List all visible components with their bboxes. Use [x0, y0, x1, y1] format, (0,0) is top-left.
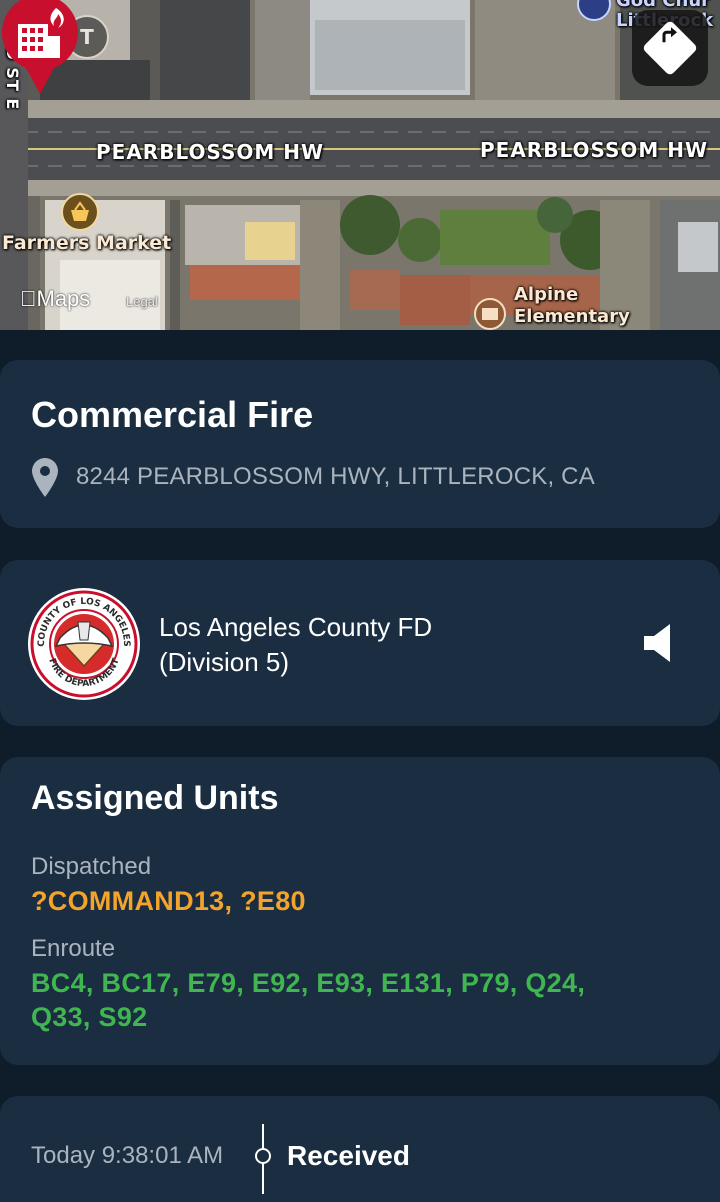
incident-title: Commercial Fire	[31, 394, 314, 435]
shopping-basket-icon[interactable]	[60, 192, 100, 232]
timeline-event: Received	[287, 1140, 410, 1171]
agency-name: Los Angeles County FD (Division 5)	[159, 610, 432, 680]
building-fire-icon[interactable]	[0, 0, 80, 96]
enroute-units: BC4, BC17, E79, E92, E93, E131, P79, Q24…	[31, 966, 671, 1034]
enroute-units-line1: BC4, BC17, E79, E92, E93, E131, P79, Q24…	[31, 968, 586, 998]
dispatched-units: ?COMMAND13, ?E80	[31, 886, 306, 916]
church-marker-icon[interactable]	[576, 0, 612, 22]
maps-brand: Maps	[20, 286, 90, 311]
assigned-units-title: Assigned Units	[31, 779, 279, 817]
incident-location[interactable]: 8244 PEARBLOSSOM HWY, LITTLEROCK, CA	[30, 456, 595, 498]
assigned-units-card: Assigned Units Dispatched ?COMMAND13, ?E…	[0, 757, 720, 1065]
timeline-time: Today 9:38:01 AM	[31, 1142, 224, 1169]
poi-school-label-line1[interactable]: Alpine	[514, 284, 578, 306]
speaker-icon[interactable]	[640, 620, 680, 666]
incident-card: Commercial Fire 8244 PEARBLOSSOM HWY, LI…	[0, 360, 720, 528]
dispatched-label: Dispatched	[31, 853, 152, 880]
timeline-node	[255, 1148, 271, 1164]
enroute-label: Enroute	[31, 935, 116, 962]
maps-legal-link[interactable]: Legal	[126, 294, 158, 309]
incident-address: 8244 PEARBLOSSOM HWY, LITTLEROCK, CA	[76, 463, 595, 490]
road-label-west: PEARBLOSSOM HW	[96, 140, 325, 164]
agency-card: COUNTY OF LOS ANGELES FIRE DEPARTMENT Lo…	[0, 560, 720, 726]
location-pin-icon	[32, 458, 58, 497]
directions-turn-icon	[662, 27, 677, 43]
school-marker-icon[interactable]	[472, 298, 508, 330]
svg-text:T: T	[80, 25, 94, 49]
poi-school-label-line2[interactable]: Elementary	[514, 306, 630, 328]
directions-button[interactable]	[632, 10, 708, 86]
incident-map[interactable]: T PEARBLOSSOM HW PEARBLOSSOM HW Farmers …	[0, 0, 720, 330]
apple-logo-icon: 	[20, 286, 37, 311]
enroute-units-line2: Q33, S92	[31, 1002, 148, 1032]
poi-farmers-market-label[interactable]: Farmers Market	[2, 232, 171, 254]
agency-name-line1: Los Angeles County FD	[159, 612, 433, 642]
road-label-east: PEARBLOSSOM HW	[480, 138, 709, 162]
lacofd-seal-logo: COUNTY OF LOS ANGELES FIRE DEPARTMENT	[28, 588, 140, 700]
timeline-card: Today 9:38:01 AM Received	[0, 1096, 720, 1202]
agency-name-line2: (Division 5)	[159, 647, 290, 677]
